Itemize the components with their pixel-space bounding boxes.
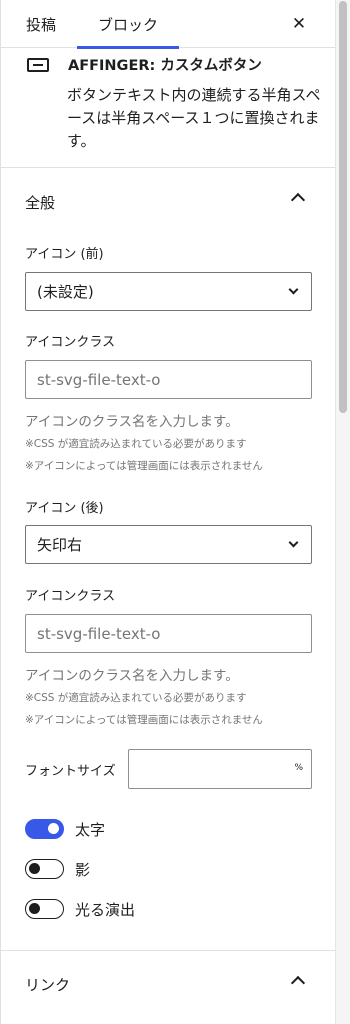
block-title: AFFINGER: カスタムボタン [68,58,262,74]
toggle-bold[interactable]: 太字 [25,818,105,840]
toggle-switch-bold[interactable] [25,819,64,839]
note-icon-2: ※アイコンによっては管理画面には表示されません [25,714,263,726]
panel-general-toggle[interactable]: 全般 [1,168,335,236]
chevron-down-icon [288,537,299,548]
note-css-1: ※CSS が適宜読み込まれている必要があります [25,438,247,450]
icon-before-select[interactable]: (未設定) [25,272,312,311]
icon-class-placeholder-1: st-svg-file-text-o [37,370,161,389]
scrollbar[interactable] [335,0,350,1024]
toggle-knob [48,823,59,834]
icon-after-select[interactable]: 矢印右 [25,525,312,564]
toggle-bold-label: 太字 [75,820,106,839]
block-description: ボタンテキスト内の連続する半角スペースは半角スペース１つに置換されます。 [67,86,321,150]
toggle-switch-glow[interactable] [25,899,64,919]
note-icon-1: ※アイコンによっては管理画面には表示されません [25,460,263,472]
tab-block[interactable]: ブロック [77,0,179,49]
icon-class-label-1: アイコンクラス [25,335,116,350]
block-inspector-panel: 投稿 ブロック ✕ AFFINGER: カスタムボタン ボタンテキスト内の連続す… [0,0,335,1024]
tab-post[interactable]: 投稿 [11,0,71,48]
icon-class-label-2: アイコンクラス [25,589,116,604]
block-card: AFFINGER: カスタムボタン ボタンテキスト内の連続する半角スペースは半角… [1,48,335,168]
scrollbar-thumb[interactable] [339,1,347,413]
toggle-glow[interactable]: 光る演出 [25,898,135,920]
toggle-knob [29,863,40,874]
toggle-shadow-label: 影 [75,860,91,879]
sidebar-tabs: 投稿 ブロック ✕ [1,0,335,49]
icon-after-value: 矢印右 [37,536,83,554]
button-block-icon [27,58,49,72]
icon-class-input-2[interactable]: st-svg-file-text-o [25,614,312,653]
toggle-switch-shadow[interactable] [25,859,64,879]
chevron-up-icon [290,975,306,991]
chevron-up-icon [290,192,306,208]
icon-class-help-1: アイコンのクラス名を入力します。 [25,414,239,430]
toggle-shadow[interactable]: 影 [25,858,90,880]
font-size-unit: % [294,763,303,773]
icon-after-label: アイコン (後) [25,501,104,516]
toggle-glow-label: 光る演出 [75,900,136,919]
panel-general-title: 全般 [25,193,56,212]
icon-before-label: アイコン (前) [25,247,104,262]
close-button[interactable]: ✕ [285,10,313,38]
note-css-2: ※CSS が適宜読み込まれている必要があります [25,692,247,704]
close-icon: ✕ [291,14,307,34]
font-size-label: フォントサイズ [25,764,116,779]
icon-class-help-2: アイコンのクラス名を入力します。 [25,668,239,684]
toggle-knob [29,903,40,914]
panel-link-title: リンク [25,976,71,994]
icon-class-input-1[interactable]: st-svg-file-text-o [25,360,312,399]
icon-before-value: (未設定) [37,283,94,301]
chevron-down-icon [288,284,299,295]
icon-class-placeholder-2: st-svg-file-text-o [37,624,161,643]
panel-link-toggle[interactable]: リンク [1,950,335,1018]
font-size-input[interactable]: % [128,749,312,789]
